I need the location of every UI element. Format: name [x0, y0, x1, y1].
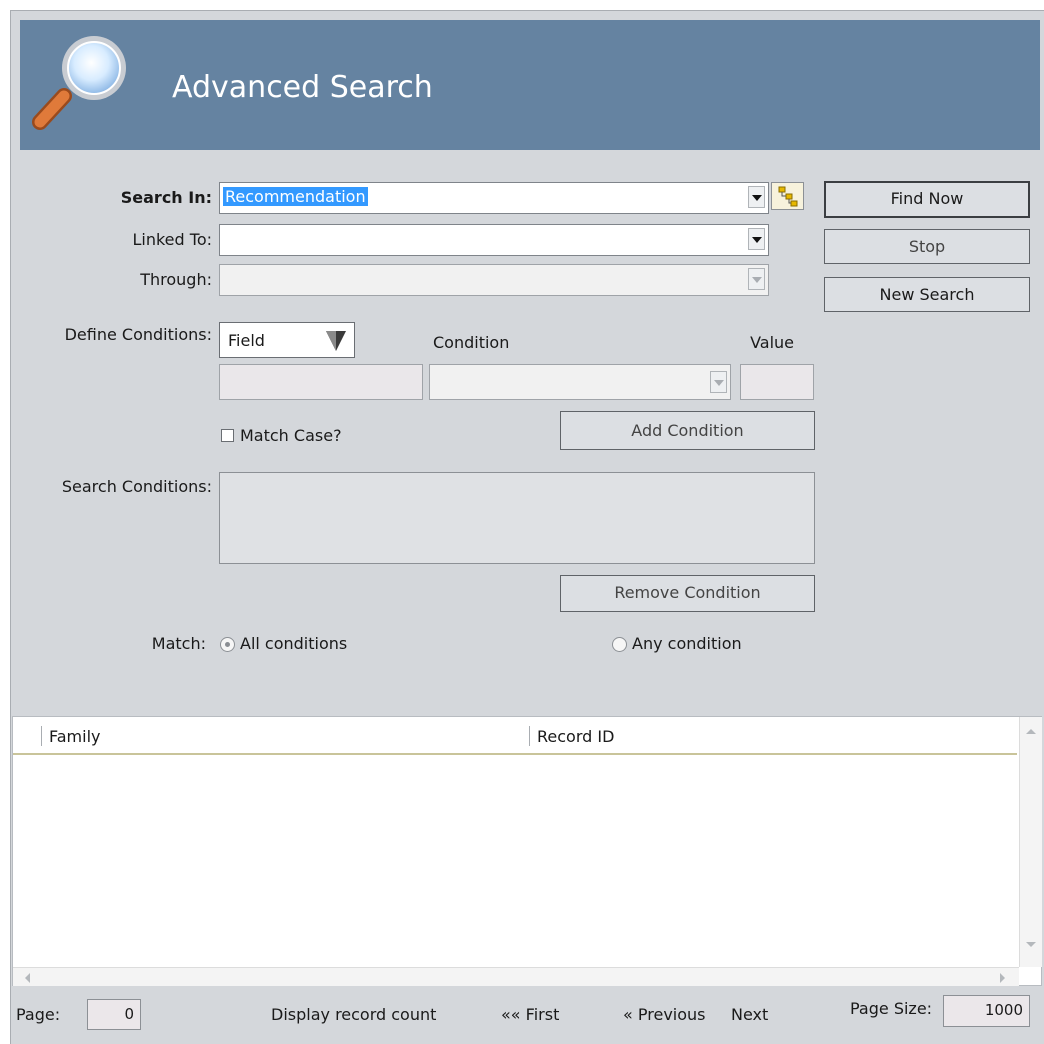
- column-header-record-id[interactable]: Record ID: [537, 719, 614, 755]
- hierarchy-icon: [778, 186, 798, 207]
- match-all-label: All conditions: [240, 634, 348, 653]
- match-all-radio[interactable]: [220, 637, 235, 652]
- column-separator: [41, 726, 42, 746]
- next-page-link[interactable]: Next: [731, 1005, 768, 1025]
- page-label: Page:: [16, 1005, 61, 1024]
- page-size-field[interactable]: 1000: [943, 995, 1030, 1027]
- field-picker-arrow-icon: [326, 331, 346, 351]
- field-picker-button[interactable]: Field: [219, 322, 355, 358]
- match-case-checkbox[interactable]: [221, 429, 234, 442]
- page-number-field[interactable]: 0: [87, 999, 141, 1030]
- match-any-label: Any condition: [632, 634, 742, 653]
- through-dropdown-arrow[interactable]: [748, 268, 765, 290]
- match-label: Match:: [151, 634, 206, 653]
- remove-condition-button[interactable]: Remove Condition: [560, 575, 815, 612]
- page-size-label: Page Size:: [850, 999, 933, 1018]
- previous-page-link[interactable]: « Previous: [623, 1005, 706, 1025]
- family-browse-button[interactable]: [771, 182, 804, 210]
- find-now-button[interactable]: Find Now: [824, 181, 1030, 218]
- search-in-value: Recommendation: [223, 187, 368, 206]
- search-conditions-list[interactable]: [219, 472, 815, 564]
- condition-dropdown-arrow[interactable]: [710, 371, 727, 393]
- condition-column-header: Condition: [433, 333, 510, 352]
- value-input[interactable]: [740, 364, 814, 400]
- scroll-down-icon[interactable]: [1025, 941, 1037, 949]
- search-conditions-label: Search Conditions:: [61, 477, 212, 496]
- linked-to-label: Linked To:: [132, 230, 212, 249]
- first-page-link[interactable]: «« First: [501, 1005, 559, 1025]
- magnifier-icon: [32, 36, 126, 130]
- vertical-scrollbar[interactable]: [1019, 717, 1042, 967]
- page-title: Advanced Search: [172, 70, 433, 105]
- match-case-label: Match Case?: [240, 426, 342, 445]
- header-banner: Advanced Search: [20, 20, 1040, 150]
- scroll-right-icon[interactable]: [999, 972, 1007, 984]
- linked-to-dropdown-arrow[interactable]: [748, 228, 765, 250]
- field-picker-label: Field: [228, 331, 265, 350]
- display-record-count-link[interactable]: Display record count: [271, 1005, 436, 1025]
- search-in-dropdown-arrow[interactable]: [748, 186, 765, 208]
- add-condition-button[interactable]: Add Condition: [560, 411, 815, 450]
- results-grid[interactable]: Family Record ID: [12, 716, 1042, 986]
- scroll-left-icon[interactable]: [23, 972, 31, 984]
- stop-button[interactable]: Stop: [824, 229, 1030, 264]
- search-in-combobox[interactable]: Recommendation: [219, 182, 769, 214]
- linked-to-combobox[interactable]: [219, 224, 769, 256]
- through-label: Through:: [140, 270, 212, 289]
- value-column-header: Value: [750, 333, 794, 352]
- horizontal-scrollbar[interactable]: [13, 967, 1019, 986]
- field-input[interactable]: [219, 364, 423, 400]
- through-combobox[interactable]: [219, 264, 769, 296]
- condition-combobox[interactable]: [429, 364, 731, 400]
- match-any-radio[interactable]: [612, 637, 627, 652]
- scroll-up-icon[interactable]: [1025, 727, 1037, 735]
- new-search-button[interactable]: New Search: [824, 277, 1030, 312]
- define-conditions-label: Define Conditions:: [64, 325, 212, 344]
- column-separator: [529, 726, 530, 746]
- results-grid-header: Family Record ID: [13, 717, 1017, 755]
- column-header-family[interactable]: Family: [49, 719, 100, 755]
- search-in-label: Search In:: [120, 188, 212, 207]
